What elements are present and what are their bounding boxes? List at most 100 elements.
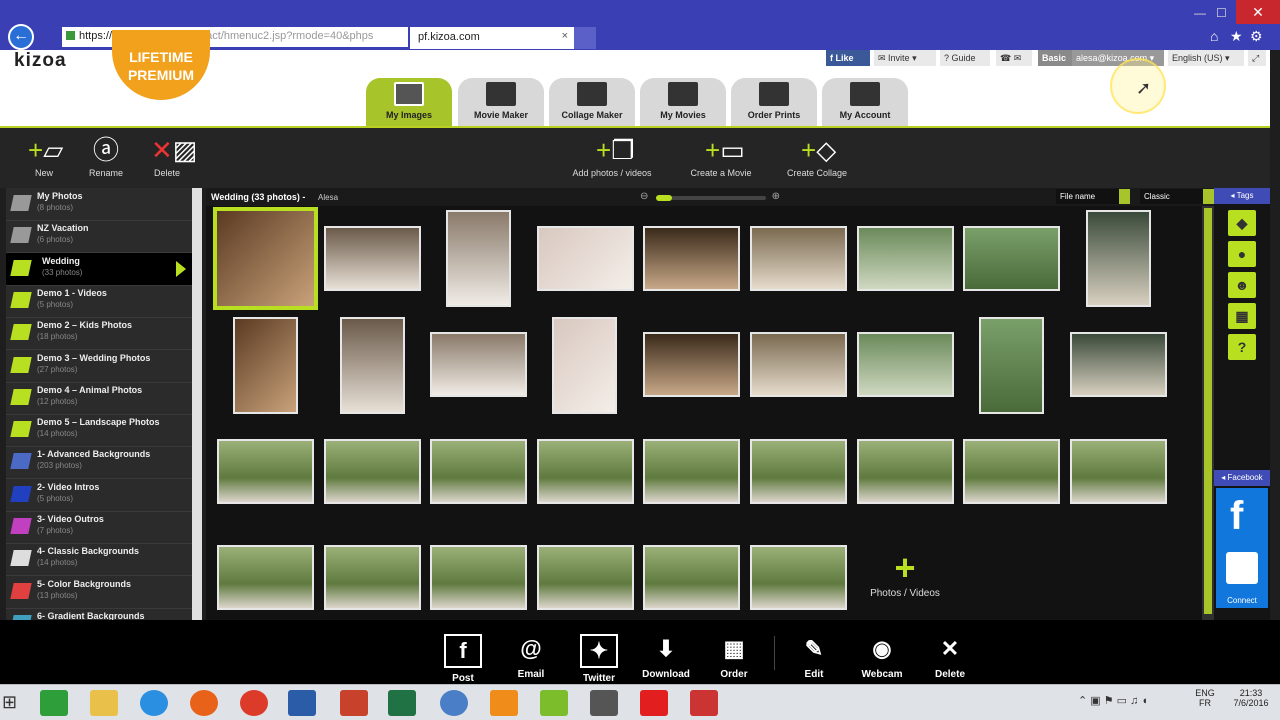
fullscreen-icon[interactable]: ⤢	[1248, 50, 1266, 66]
new-album-button[interactable]: +▱ New	[14, 136, 74, 178]
snagit-icon[interactable]	[690, 690, 718, 716]
firefox-icon[interactable]	[190, 690, 218, 716]
photo-thumbnail[interactable]	[430, 332, 527, 397]
todo-check-icon[interactable]	[640, 690, 668, 716]
photo-thumbnail[interactable]	[233, 317, 298, 414]
app-circle-icon[interactable]	[440, 690, 468, 716]
system-tray-icons[interactable]: ⌃ ▣ ⚑ ▭ ♫ ◖	[1078, 694, 1148, 707]
location-pin-icon[interactable]: ●	[1228, 241, 1256, 267]
favorites-star-icon[interactable]: ★	[1230, 28, 1243, 45]
add-photos-videos-tile[interactable]: + Photos / Videos	[862, 548, 948, 600]
rename-album-button[interactable]: ⓐ Rename	[76, 136, 136, 178]
album-item[interactable]: Demo 2 – Kids Photos (18 photos)	[6, 317, 192, 351]
album-list-scrollbar[interactable]	[192, 188, 202, 620]
album-item[interactable]: 5- Color Backgrounds (13 photos)	[6, 576, 192, 609]
delete-photo-button[interactable]: ✕ Delete	[915, 634, 985, 680]
file-explorer-icon[interactable]	[90, 690, 118, 716]
browser-tab[interactable]: pf.kizoa.com ×	[410, 27, 574, 49]
invite-button[interactable]: ✉ Invite ▾	[874, 50, 936, 66]
photo-thumbnail[interactable]	[750, 332, 847, 397]
photo-thumbnail[interactable]	[643, 439, 740, 504]
delete-album-button[interactable]: ✕▨ Delete	[137, 136, 197, 178]
tab-movie-maker[interactable]: Movie Maker	[458, 78, 544, 126]
view-mode-select[interactable]: Classic	[1140, 189, 1214, 204]
guide-button[interactable]: ? Guide	[940, 50, 990, 66]
photo-thumbnail[interactable]	[857, 332, 954, 397]
camtasia-icon[interactable]	[540, 690, 568, 716]
internet-explorer-icon[interactable]	[140, 690, 168, 716]
people-icon[interactable]: ☻	[1228, 272, 1256, 298]
powerpoint-icon[interactable]	[340, 690, 368, 716]
photo-thumbnail[interactable]	[963, 226, 1060, 291]
photo-grid-scrollbar[interactable]	[1202, 206, 1214, 620]
photo-thumbnail[interactable]	[1070, 332, 1167, 397]
photo-thumbnail[interactable]	[750, 439, 847, 504]
settings-gear-icon[interactable]: ⚙	[1250, 28, 1263, 45]
photo-thumbnail[interactable]	[643, 226, 740, 291]
bing-icon[interactable]	[590, 690, 618, 716]
photo-thumbnail[interactable]	[324, 545, 421, 610]
album-item[interactable]: My Photos (8 photos)	[6, 188, 192, 221]
photo-thumbnail[interactable]	[324, 439, 421, 504]
minimize-button[interactable]: —	[1194, 6, 1206, 20]
photo-thumbnail[interactable]	[979, 317, 1044, 414]
windows-start-icon[interactable]: ⊞	[2, 692, 17, 713]
photo-thumbnail[interactable]	[643, 332, 740, 397]
album-item[interactable]: Demo 4 – Animal Photos (12 photos)	[6, 382, 192, 415]
tag-icon[interactable]: ◆	[1228, 210, 1256, 236]
add-photos-videos-button[interactable]: +❐ Add photos / videos	[568, 136, 656, 178]
new-tab-button[interactable]	[574, 27, 596, 49]
edit-button[interactable]: ✎ Edit	[779, 634, 849, 680]
photo-thumbnail[interactable]	[340, 317, 405, 414]
photo-thumbnail[interactable]	[217, 439, 314, 504]
photo-thumbnail[interactable]	[857, 226, 954, 291]
album-item[interactable]: 6- Gradient Backgrounds	[6, 608, 192, 620]
sort-select[interactable]: File name	[1056, 189, 1130, 204]
facebook-like-button[interactable]: f Like	[826, 50, 870, 66]
store-icon[interactable]	[40, 690, 68, 716]
scroll-thumb[interactable]	[1204, 208, 1212, 614]
photo-thumbnail[interactable]	[537, 226, 634, 291]
kizoa-logo[interactable]: kizoa	[14, 50, 67, 72]
photo-thumbnail[interactable]	[217, 545, 314, 610]
album-item[interactable]: NZ Vacation (6 photos)	[6, 220, 192, 254]
zoom-out-icon[interactable]: ⊖	[640, 191, 648, 202]
photo-thumbnail[interactable]	[643, 545, 740, 610]
photo-thumbnail[interactable]	[750, 226, 847, 291]
download-button[interactable]: ⬇ Download	[631, 634, 701, 680]
zoom-track[interactable]	[656, 196, 766, 200]
photo-thumbnail[interactable]	[324, 226, 421, 291]
photo-thumbnail[interactable]	[1070, 439, 1167, 504]
photo-thumbnail[interactable]	[537, 439, 634, 504]
photo-thumbnail[interactable]	[750, 545, 847, 610]
clock[interactable]: 21:33 7/6/2016	[1226, 688, 1276, 708]
calendar-icon[interactable]: ▦	[1228, 303, 1256, 329]
play-arrow-icon[interactable]	[176, 260, 186, 277]
email-button[interactable]: @ Email	[496, 634, 566, 680]
album-item[interactable]: Demo 1 - Videos (5 photos)	[6, 285, 192, 318]
tab-order-prints[interactable]: Order Prints	[731, 78, 817, 126]
contact-icons[interactable]: ☎ ✉	[996, 50, 1032, 66]
home-icon[interactable]: ⌂	[1210, 28, 1218, 44]
tab-my-movies[interactable]: My Movies	[640, 78, 726, 126]
zoom-handle[interactable]	[656, 195, 672, 201]
tags-header[interactable]: ◂ Tags	[1214, 188, 1270, 204]
tab-my-account[interactable]: My Account	[822, 78, 908, 126]
zoom-in-icon[interactable]: ⊕	[772, 191, 780, 202]
album-item[interactable]: Demo 5 – Landscape Photos (14 photos)	[6, 414, 192, 448]
photo-thumbnail[interactable]	[430, 545, 527, 610]
language-select[interactable]: English (US) ▾	[1168, 50, 1244, 66]
album-item[interactable]: 2- Video Intros (5 photos)	[6, 479, 192, 512]
photo-thumbnail[interactable]	[552, 317, 617, 414]
excel-icon[interactable]	[388, 690, 416, 716]
chrome-icon[interactable]	[240, 690, 268, 716]
photo-thumbnail[interactable]	[1086, 210, 1151, 307]
photo-thumbnail[interactable]	[446, 210, 511, 307]
tab-my-images[interactable]: My Images	[366, 78, 452, 126]
help-icon[interactable]: ?	[1228, 334, 1256, 360]
photo-thumbnail[interactable]	[213, 207, 318, 310]
photo-thumbnail[interactable]	[430, 439, 527, 504]
input-language[interactable]: ENG FR	[1190, 688, 1220, 708]
create-collage-button[interactable]: +◇ Create Collage	[782, 136, 852, 178]
zoom-slider[interactable]: ⊖ ⊕	[640, 191, 780, 204]
